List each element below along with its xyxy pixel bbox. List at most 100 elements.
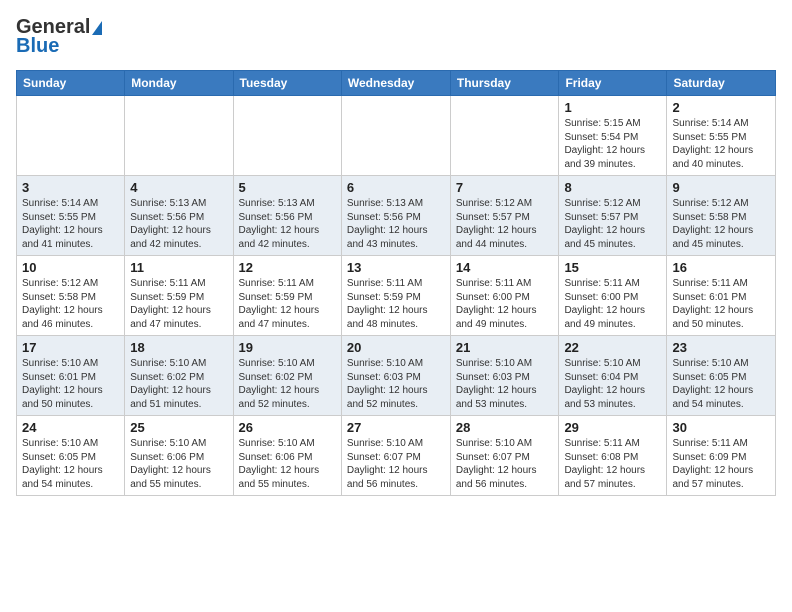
day-info: Sunrise: 5:15 AM Sunset: 5:54 PM Dayligh… bbox=[564, 117, 661, 171]
day-info: Sunrise: 5:11 AM Sunset: 5:59 PM Dayligh… bbox=[347, 277, 445, 331]
day-info: Sunrise: 5:10 AM Sunset: 6:06 PM Dayligh… bbox=[130, 437, 227, 491]
calendar-week-row: 10 Sunrise: 5:12 AM Sunset: 5:58 PM Dayli… bbox=[17, 256, 776, 336]
calendar-cell: 24 Sunrise: 5:10 AM Sunset: 6:05 PM Dayli… bbox=[17, 416, 125, 496]
day-number: 1 bbox=[564, 100, 661, 115]
calendar-cell: 4 Sunrise: 5:13 AM Sunset: 5:56 PM Daylig… bbox=[125, 176, 233, 256]
weekday-header: Tuesday bbox=[233, 71, 341, 96]
day-info: Sunrise: 5:10 AM Sunset: 6:02 PM Dayligh… bbox=[130, 357, 227, 411]
weekday-header: Wednesday bbox=[341, 71, 450, 96]
day-number: 11 bbox=[130, 260, 227, 275]
day-info: Sunrise: 5:10 AM Sunset: 6:05 PM Dayligh… bbox=[22, 437, 119, 491]
calendar-cell: 15 Sunrise: 5:11 AM Sunset: 6:00 PM Dayli… bbox=[559, 256, 667, 336]
calendar-cell: 8Sunrise: 5:12 AM Sunset: 5:57 PM Daylig… bbox=[559, 176, 667, 256]
day-info: Sunrise: 5:12 AM Sunset: 5:57 PM Dayligh… bbox=[456, 197, 554, 251]
calendar-week-row: 17Sunrise: 5:10 AM Sunset: 6:01 PM Dayli… bbox=[17, 336, 776, 416]
calendar-cell: 2 Sunrise: 5:14 AM Sunset: 5:55 PM Daylig… bbox=[667, 96, 776, 176]
day-info: Sunrise: 5:10 AM Sunset: 6:03 PM Dayligh… bbox=[456, 357, 554, 411]
calendar-week-row: 24 Sunrise: 5:10 AM Sunset: 6:05 PM Dayli… bbox=[17, 416, 776, 496]
weekday-header: Monday bbox=[125, 71, 233, 96]
day-info: Sunrise: 5:12 AM Sunset: 5:58 PM Dayligh… bbox=[672, 197, 770, 251]
calendar-cell: 19 Sunrise: 5:10 AM Sunset: 6:02 PM Dayli… bbox=[233, 336, 341, 416]
day-number: 10 bbox=[22, 260, 119, 275]
page-header: General Blue bbox=[16, 16, 776, 58]
day-number: 15 bbox=[564, 260, 661, 275]
calendar-cell: 3Sunrise: 5:14 AM Sunset: 5:55 PM Daylig… bbox=[17, 176, 125, 256]
day-number: 20 bbox=[347, 340, 445, 355]
calendar-cell: 10 Sunrise: 5:12 AM Sunset: 5:58 PM Dayli… bbox=[17, 256, 125, 336]
day-info: Sunrise: 5:14 AM Sunset: 5:55 PM Dayligh… bbox=[672, 117, 770, 171]
day-number: 12 bbox=[239, 260, 336, 275]
day-number: 2 bbox=[672, 100, 770, 115]
day-info: Sunrise: 5:10 AM Sunset: 6:06 PM Dayligh… bbox=[239, 437, 336, 491]
day-info: Sunrise: 5:11 AM Sunset: 6:09 PM Dayligh… bbox=[672, 437, 770, 491]
day-info: Sunrise: 5:11 AM Sunset: 6:00 PM Dayligh… bbox=[564, 277, 661, 331]
day-info: Sunrise: 5:10 AM Sunset: 6:03 PM Dayligh… bbox=[347, 357, 445, 411]
calendar-cell: 30 Sunrise: 5:11 AM Sunset: 6:09 PM Dayli… bbox=[667, 416, 776, 496]
logo-blue: Blue bbox=[16, 35, 59, 58]
day-number: 7 bbox=[456, 180, 554, 195]
logo-triangle-icon bbox=[92, 21, 102, 35]
day-info: Sunrise: 5:13 AM Sunset: 5:56 PM Dayligh… bbox=[130, 197, 227, 251]
day-number: 25 bbox=[130, 420, 227, 435]
day-info: Sunrise: 5:10 AM Sunset: 6:07 PM Dayligh… bbox=[456, 437, 554, 491]
calendar-cell bbox=[17, 96, 125, 176]
day-info: Sunrise: 5:11 AM Sunset: 6:00 PM Dayligh… bbox=[456, 277, 554, 331]
day-number: 16 bbox=[672, 260, 770, 275]
day-number: 24 bbox=[22, 420, 119, 435]
day-number: 30 bbox=[672, 420, 770, 435]
day-number: 21 bbox=[456, 340, 554, 355]
weekday-header: Thursday bbox=[450, 71, 559, 96]
day-info: Sunrise: 5:12 AM Sunset: 5:57 PM Dayligh… bbox=[564, 197, 661, 251]
calendar-cell bbox=[341, 96, 450, 176]
day-number: 4 bbox=[130, 180, 227, 195]
weekday-header: Sunday bbox=[17, 71, 125, 96]
day-info: Sunrise: 5:11 AM Sunset: 6:08 PM Dayligh… bbox=[564, 437, 661, 491]
calendar-cell: 6 Sunrise: 5:13 AM Sunset: 5:56 PM Daylig… bbox=[341, 176, 450, 256]
calendar-header-row: SundayMondayTuesdayWednesdayThursdayFrid… bbox=[17, 71, 776, 96]
calendar-cell: 12Sunrise: 5:11 AM Sunset: 5:59 PM Dayli… bbox=[233, 256, 341, 336]
calendar-cell: 5 Sunrise: 5:13 AM Sunset: 5:56 PM Daylig… bbox=[233, 176, 341, 256]
calendar-cell: 20 Sunrise: 5:10 AM Sunset: 6:03 PM Dayli… bbox=[341, 336, 450, 416]
calendar-cell: 13 Sunrise: 5:11 AM Sunset: 5:59 PM Dayli… bbox=[341, 256, 450, 336]
day-info: Sunrise: 5:10 AM Sunset: 6:05 PM Dayligh… bbox=[672, 357, 770, 411]
day-number: 19 bbox=[239, 340, 336, 355]
calendar-week-row: 3Sunrise: 5:14 AM Sunset: 5:55 PM Daylig… bbox=[17, 176, 776, 256]
calendar-cell: 27Sunrise: 5:10 AM Sunset: 6:07 PM Dayli… bbox=[341, 416, 450, 496]
calendar-cell: 21 Sunrise: 5:10 AM Sunset: 6:03 PM Dayli… bbox=[450, 336, 559, 416]
day-number: 9 bbox=[672, 180, 770, 195]
calendar-cell: 25 Sunrise: 5:10 AM Sunset: 6:06 PM Dayli… bbox=[125, 416, 233, 496]
day-number: 22 bbox=[564, 340, 661, 355]
calendar-cell: 16Sunrise: 5:11 AM Sunset: 6:01 PM Dayli… bbox=[667, 256, 776, 336]
calendar-cell: 29 Sunrise: 5:11 AM Sunset: 6:08 PM Dayli… bbox=[559, 416, 667, 496]
day-number: 26 bbox=[239, 420, 336, 435]
calendar-cell: 7 Sunrise: 5:12 AM Sunset: 5:57 PM Daylig… bbox=[450, 176, 559, 256]
weekday-header: Saturday bbox=[667, 71, 776, 96]
day-info: Sunrise: 5:11 AM Sunset: 5:59 PM Dayligh… bbox=[130, 277, 227, 331]
day-info: Sunrise: 5:10 AM Sunset: 6:02 PM Dayligh… bbox=[239, 357, 336, 411]
day-number: 6 bbox=[347, 180, 445, 195]
day-number: 13 bbox=[347, 260, 445, 275]
calendar-cell: 11 Sunrise: 5:11 AM Sunset: 5:59 PM Dayli… bbox=[125, 256, 233, 336]
day-number: 14 bbox=[456, 260, 554, 275]
logo: General Blue bbox=[16, 16, 102, 58]
weekday-header: Friday bbox=[559, 71, 667, 96]
day-info: Sunrise: 5:13 AM Sunset: 5:56 PM Dayligh… bbox=[347, 197, 445, 251]
day-number: 18 bbox=[130, 340, 227, 355]
day-info: Sunrise: 5:10 AM Sunset: 6:04 PM Dayligh… bbox=[564, 357, 661, 411]
calendar-cell: 14 Sunrise: 5:11 AM Sunset: 6:00 PM Dayli… bbox=[450, 256, 559, 336]
day-number: 27 bbox=[347, 420, 445, 435]
day-info: Sunrise: 5:13 AM Sunset: 5:56 PM Dayligh… bbox=[239, 197, 336, 251]
day-number: 29 bbox=[564, 420, 661, 435]
calendar-table: SundayMondayTuesdayWednesdayThursdayFrid… bbox=[16, 70, 776, 496]
calendar-cell: 26 Sunrise: 5:10 AM Sunset: 6:06 PM Dayli… bbox=[233, 416, 341, 496]
calendar-cell bbox=[125, 96, 233, 176]
calendar-cell: 18 Sunrise: 5:10 AM Sunset: 6:02 PM Dayli… bbox=[125, 336, 233, 416]
day-info: Sunrise: 5:10 AM Sunset: 6:01 PM Dayligh… bbox=[22, 357, 119, 411]
day-info: Sunrise: 5:12 AM Sunset: 5:58 PM Dayligh… bbox=[22, 277, 119, 331]
calendar-cell: 9 Sunrise: 5:12 AM Sunset: 5:58 PM Daylig… bbox=[667, 176, 776, 256]
day-number: 28 bbox=[456, 420, 554, 435]
calendar-cell: 23Sunrise: 5:10 AM Sunset: 6:05 PM Dayli… bbox=[667, 336, 776, 416]
day-number: 5 bbox=[239, 180, 336, 195]
day-info: Sunrise: 5:14 AM Sunset: 5:55 PM Dayligh… bbox=[22, 197, 119, 251]
calendar-cell bbox=[450, 96, 559, 176]
